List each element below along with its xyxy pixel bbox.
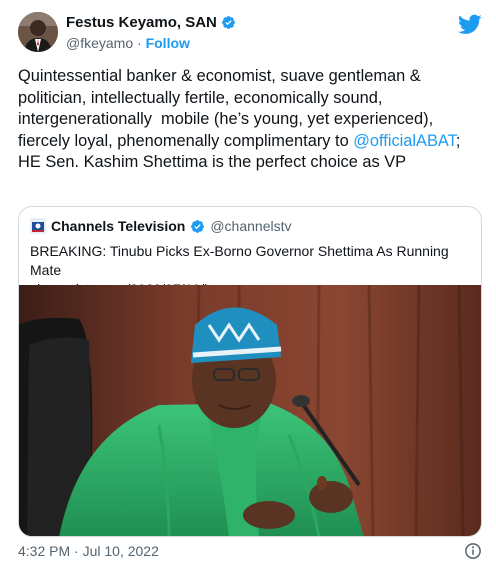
- verified-badge-icon: [221, 16, 235, 29]
- tweet-timestamp[interactable]: 4:32 PM · Jul 10, 2022: [18, 543, 159, 559]
- tweet-text: Quintessential banker & economist, suave…: [18, 66, 484, 174]
- quoted-tweet[interactable]: Channels Television @channelstv BREAKING…: [18, 206, 482, 537]
- author-handle[interactable]: @fkeyamo: [66, 35, 133, 51]
- channels-tv-logo: [30, 218, 46, 234]
- quoted-display-name[interactable]: Channels Television: [51, 218, 185, 234]
- tweet-footer: 4:32 PM · Jul 10, 2022: [18, 543, 482, 561]
- author-avatar[interactable]: [18, 12, 58, 52]
- author-display-name-row[interactable]: Festus Keyamo, SAN: [66, 14, 236, 31]
- quoted-headline: BREAKING: Tinubu Picks Ex-Borno Governor…: [30, 243, 449, 278]
- quoted-handle[interactable]: @channelstv: [210, 218, 291, 234]
- tweet-header: Festus Keyamo, SAN @fkeyamo · Follow: [18, 12, 482, 54]
- follow-button[interactable]: Follow: [146, 35, 190, 51]
- author-names: Festus Keyamo, SAN @fkeyamo · Follow: [66, 14, 236, 51]
- handle-separator: ·: [137, 35, 142, 51]
- mention-link[interactable]: @officialABAT: [353, 132, 456, 150]
- author-display-name[interactable]: Festus Keyamo, SAN: [66, 14, 217, 31]
- tweet-card: Festus Keyamo, SAN @fkeyamo · Follow Qui…: [0, 0, 496, 569]
- info-icon[interactable]: [464, 542, 482, 560]
- twitter-bird-icon[interactable]: [458, 12, 482, 36]
- avatar-photo: [18, 12, 58, 52]
- author-handle-row: @fkeyamo · Follow: [66, 35, 236, 51]
- quoted-tweet-photo[interactable]: [19, 285, 481, 537]
- quoted-verified-badge-icon: [191, 219, 205, 233]
- quoted-tweet-header: Channels Television @channelstv: [30, 218, 292, 234]
